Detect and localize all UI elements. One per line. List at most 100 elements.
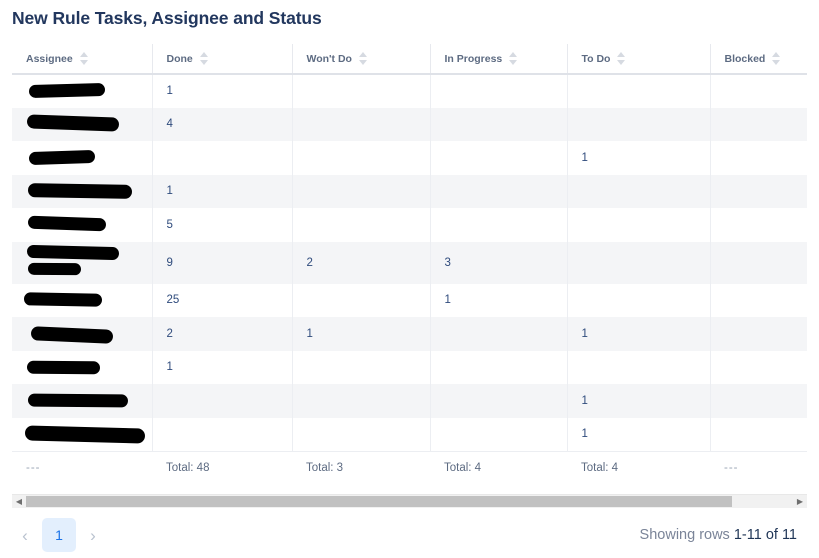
cell-wont-do [292, 384, 431, 418]
cell-blocked [710, 74, 807, 108]
redaction-mark [27, 262, 82, 275]
showing-rows-label: Showing rows [639, 527, 730, 543]
column-header-done[interactable]: Done [152, 44, 293, 75]
cell-blocked [710, 417, 807, 451]
table-header: Assignee Done Won't Do In Progress To Do… [12, 44, 807, 75]
cell-to-do [567, 350, 711, 384]
column-header-in-progress[interactable]: In Progress [430, 44, 568, 75]
table-row[interactable]: 1 [12, 141, 807, 175]
redaction-mark [26, 360, 101, 374]
cell-wont-do [292, 141, 431, 175]
cell-done: 9 [152, 241, 293, 284]
cell-blocked [710, 350, 807, 384]
redaction-mark [27, 393, 129, 408]
cell-done [152, 141, 293, 175]
cell-wont-do [292, 417, 431, 451]
sort-updown-icon[interactable] [509, 52, 518, 65]
cell-wont-do [292, 208, 431, 242]
cell-blocked [710, 107, 807, 141]
cell-assignee [12, 74, 153, 108]
sort-updown-icon[interactable] [358, 52, 367, 65]
table-row[interactable]: 1 [12, 384, 807, 418]
column-header-assignee[interactable]: Assignee [12, 44, 153, 75]
cell-in-progress [430, 317, 568, 351]
cell-blocked [710, 141, 807, 175]
cell-to-do [567, 283, 711, 317]
cell-done: 1 [152, 174, 293, 208]
cell-wont-do [292, 107, 431, 141]
showing-rows-status: Showing rows 1-11 of 11 [640, 527, 797, 543]
cell-done: 1 [152, 74, 293, 108]
cell-done: 1 [152, 350, 293, 384]
table-row[interactable]: 4 [12, 107, 807, 141]
sort-updown-icon[interactable] [79, 52, 88, 65]
showing-rows-value: 1-11 of 11 [733, 527, 797, 543]
sort-updown-icon[interactable] [199, 52, 208, 65]
cell-wont-do: 2 [292, 241, 431, 284]
cell-in-progress [430, 74, 568, 108]
cell-to-do: 1 [567, 317, 711, 351]
cell-in-progress: 1 [430, 283, 568, 317]
cell-assignee [12, 417, 153, 451]
total-assignee: --- [12, 450, 152, 485]
cell-assignee [12, 317, 153, 351]
column-header-label: Assignee [26, 52, 73, 65]
column-header-wont-do[interactable]: Won't Do [292, 44, 431, 75]
scroll-right-icon[interactable]: ▶ [793, 495, 807, 509]
cell-in-progress [430, 417, 568, 451]
table-row[interactable]: 1 [12, 417, 807, 451]
table-row[interactable]: 1 [12, 74, 807, 108]
cell-assignee [12, 174, 153, 208]
column-header-to-do[interactable]: To Do [567, 44, 711, 75]
horizontal-scrollbar[interactable]: ◀ ▶ [12, 494, 807, 508]
cell-done [152, 384, 293, 418]
cell-blocked [710, 384, 807, 418]
sort-updown-icon[interactable] [617, 52, 626, 65]
cell-done: 25 [152, 283, 293, 317]
column-header-blocked[interactable]: Blocked [710, 44, 807, 75]
total-in-progress: Total: 4 [430, 450, 567, 485]
cell-blocked [710, 241, 807, 284]
redaction-mark [26, 244, 120, 260]
redaction-mark [23, 291, 103, 307]
next-page-button[interactable]: › [80, 518, 106, 552]
cell-in-progress [430, 141, 568, 175]
table-row[interactable]: 9 2 3 [12, 241, 807, 284]
cell-in-progress: 3 [430, 241, 568, 284]
redaction-mark [27, 182, 133, 199]
scrollbar-thumb[interactable] [26, 495, 732, 507]
table-row[interactable]: 2 1 1 [12, 317, 807, 351]
cell-assignee [12, 283, 153, 317]
table-row[interactable]: 1 [12, 174, 807, 208]
cell-wont-do: 1 [292, 317, 431, 351]
sort-updown-icon[interactable] [772, 52, 781, 65]
table-row[interactable]: 1 [12, 350, 807, 384]
cell-wont-do [292, 174, 431, 208]
cell-blocked [710, 283, 807, 317]
cell-blocked [710, 208, 807, 242]
data-table-container: Assignee Done Won't Do In Progress To Do… [12, 44, 807, 485]
redaction-mark [30, 326, 114, 344]
previous-page-button[interactable]: ‹ [12, 518, 38, 552]
redaction-mark [28, 83, 106, 98]
pagination: ‹ 1 › [12, 518, 106, 552]
table-row[interactable]: 5 [12, 208, 807, 242]
scrollbar-track[interactable] [26, 495, 793, 509]
cell-assignee [12, 208, 153, 242]
cell-in-progress [430, 208, 568, 242]
redaction-mark [26, 113, 120, 132]
scroll-left-icon[interactable]: ◀ [12, 495, 26, 509]
cell-done: 2 [152, 317, 293, 351]
cell-in-progress [430, 384, 568, 418]
page-number-1[interactable]: 1 [42, 518, 76, 552]
total-blocked: --- [710, 450, 807, 485]
cell-assignee [12, 384, 153, 418]
redaction-mark [27, 215, 107, 232]
column-header-label: Done [166, 52, 193, 65]
table-row[interactable]: 25 1 [12, 283, 807, 317]
cell-in-progress [430, 107, 568, 141]
table-body: 1 4 1 1 5 9 2 3 25 1 2 1 1 1 1 1 [12, 74, 807, 451]
cell-to-do: 1 [567, 417, 711, 451]
redaction-mark [24, 424, 146, 444]
column-header-label: In Progress [444, 52, 503, 65]
